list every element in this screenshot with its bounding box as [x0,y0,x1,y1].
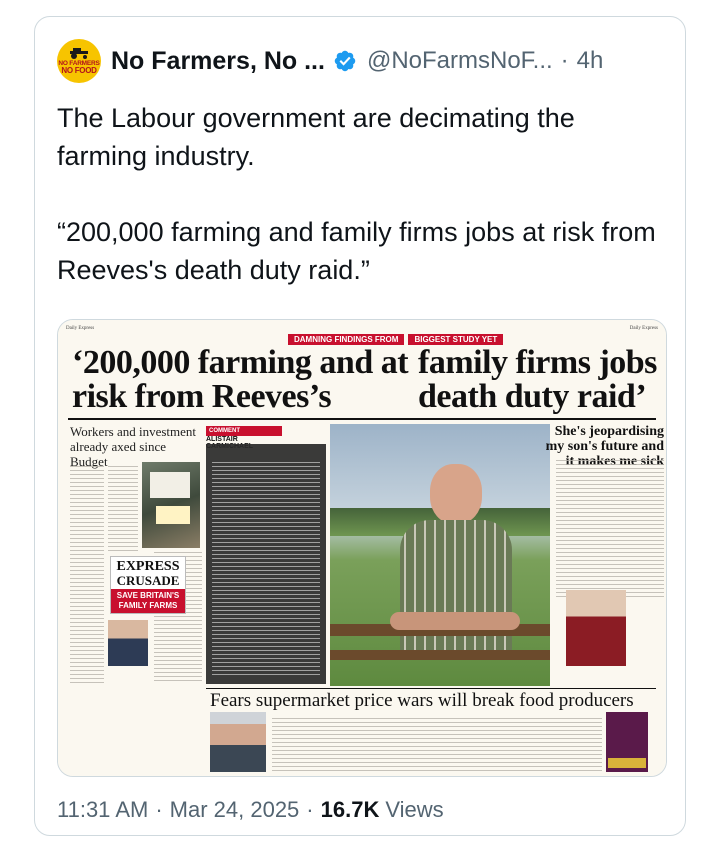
express-line2: CRUSADE [116,573,180,588]
cathedral-pack-photo [606,712,648,772]
attached-newspaper-image[interactable]: Daily Express Daily Express DAMNING FINDI… [57,319,667,777]
headline-right: family firms jobs death duty raid’ [418,344,657,415]
tweet-paragraph: “200,000 farming and family firms jobs a… [57,217,656,285]
timestamp-time[interactable]: 11:31 AM [57,797,148,823]
protest-sign [150,472,190,498]
comment-column [206,444,326,684]
author-handle[interactable]: @NoFarmsNoF... [367,47,553,75]
tweet-paragraph: The Labour government are decimating the… [57,103,575,171]
article-column [272,718,602,774]
farmer-photo [330,424,550,686]
tweet-header: NO FARMERS NO FOOD No Farmers, No ... @N… [57,39,663,83]
farmer-portrait-photo [210,712,266,772]
express-line1: EXPRESS [116,559,180,574]
separator-dot: · [155,797,163,822]
views-label: Views [385,797,444,822]
relative-time[interactable]: 4h [577,47,604,75]
comment-label: COMMENT [206,426,282,436]
avatar[interactable]: NO FARMERS NO FOOD [57,39,101,83]
tweet-meta: 11:31 AM · Mar 24, 2025 · 16.7K Views [57,797,444,823]
protest-sign [156,506,190,524]
tractor-icon [70,48,88,59]
page-strip: Daily Express Daily Express [66,326,658,331]
separator-dot: · [306,797,314,822]
article-column [108,466,138,554]
express-crusade-logo: EXPRESS CRUSADE SAVE BRITAIN'S FAMILY FA… [110,556,186,614]
article-column [556,460,664,600]
tweet-text: The Labour government are decimating the… [57,99,667,289]
protest-photo [142,462,200,548]
lower-headline: Fears supermarket price wars will break … [210,690,634,711]
avatar-text-line2: NO FOOD [61,66,97,75]
separator-dot: · [560,47,569,74]
timestamp-date[interactable]: Mar 24, 2025 [170,797,300,823]
tweet-card[interactable]: NO FARMERS NO FOOD No Farmers, No ... @N… [34,16,686,836]
verified-badge-icon[interactable] [333,49,357,73]
views-count[interactable]: 16.7K [321,797,380,823]
portrait-photo [108,620,148,666]
divider [206,688,656,689]
express-line3: SAVE BRITAIN'S FAMILY FARMS [111,589,185,613]
article-column [70,466,104,686]
headline-left: ‘200,000 farming and at risk from Reeves… [72,344,409,415]
newspaper-page: Daily Express Daily Express DAMNING FINDI… [58,320,666,776]
chancellor-photo [566,590,626,666]
author-name[interactable]: No Farmers, No ... [111,47,325,76]
divider [68,418,656,420]
